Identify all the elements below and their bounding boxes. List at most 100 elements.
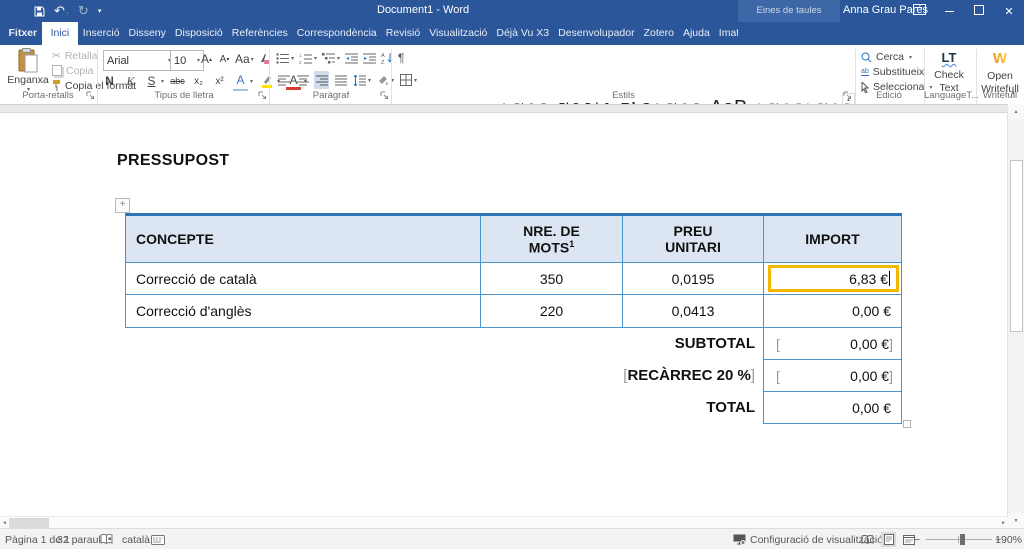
table-row[interactable]: Correcció d'anglès 220 0,0413 0,00 € <box>126 295 901 327</box>
tab-ajuda[interactable]: Ajuda <box>678 22 714 45</box>
document-heading: PRESSUPOST <box>117 152 229 170</box>
header-nre-de-mots: NRE. DE MOTS1 <box>481 216 623 263</box>
table-row[interactable]: Correcció de català 350 0,0195 6,83 € <box>126 263 901 295</box>
undo-dropdown-icon[interactable]: ▾ <box>66 11 69 17</box>
replace-button[interactable]: ab Substitueix <box>861 65 924 79</box>
zoom-slider-track[interactable] <box>926 539 992 540</box>
document-canvas[interactable]: PRESSUPOST + CONCEPTE NRE. DE MOTS1 PREU… <box>0 104 1024 516</box>
superscript-button[interactable]: x² <box>212 72 227 90</box>
tab-dejavu[interactable]: Déjà Vu X3 <box>492 22 554 45</box>
undo-button[interactable]: ↶▾ <box>54 3 69 19</box>
change-case-button[interactable]: Aa▾ <box>235 50 254 68</box>
cell-mots[interactable]: 220 <box>481 295 623 327</box>
strikethrough-button[interactable]: abc <box>170 72 185 90</box>
tab-desenvolupador[interactable]: Desenvolupador <box>554 22 639 45</box>
languagetool-check-text-button[interactable]: LT Check Text <box>928 51 970 95</box>
numbering-button[interactable]: 12 <box>299 53 313 64</box>
table-header-row: CONCEPTE NRE. DE MOTS1 PREU UNITARI IMPO… <box>126 216 901 263</box>
tab-inici[interactable]: Inici <box>42 22 79 45</box>
scroll-down-icon[interactable]: ▼ <box>1008 513 1024 528</box>
table-resize-handle[interactable] <box>903 420 911 428</box>
cell-concepte[interactable]: Correcció d'anglès <box>126 295 481 327</box>
close-button[interactable]: ✕ <box>994 5 1024 18</box>
decrease-indent-button[interactable] <box>345 53 358 64</box>
horizontal-scroll-thumb[interactable] <box>9 518 49 528</box>
shrink-font-button[interactable]: A▾ <box>217 50 232 68</box>
tab-imatge-slub[interactable]: Imatge SLUB <box>714 22 738 45</box>
align-left-button[interactable] <box>276 71 291 89</box>
vertical-scroll-thumb[interactable] <box>1010 160 1023 332</box>
find-button[interactable]: Cerca▾ <box>861 50 912 64</box>
print-layout-icon[interactable] <box>879 529 898 549</box>
scroll-up-icon[interactable]: ▲ <box>1008 104 1024 119</box>
collapse-ribbon-icon[interactable]: ∧ <box>1009 89 1016 100</box>
align-right-button[interactable] <box>314 71 329 89</box>
paragraph-dialog-launcher-icon[interactable] <box>380 91 389 100</box>
read-mode-icon[interactable] <box>858 529 877 549</box>
align-center-button[interactable] <box>295 71 310 89</box>
tab-visualitzacio[interactable]: Visualització <box>425 22 492 45</box>
cell-preu[interactable]: 0,0413 <box>623 295 764 327</box>
recarrec-value-cell[interactable]: [ 0,00 € ] <box>763 359 902 392</box>
italic-button[interactable]: K <box>123 72 138 90</box>
customize-qat-icon[interactable]: ▾ <box>98 7 102 15</box>
grow-font-button[interactable]: A▴ <box>199 50 214 68</box>
tab-disposicio[interactable]: Disposició <box>170 22 227 45</box>
styles-dialog-launcher-icon[interactable] <box>843 91 852 100</box>
subscript-button[interactable]: x₂ <box>191 72 206 90</box>
contextual-tab-label: Eines de taules <box>738 5 840 16</box>
zoom-level[interactable]: 190% <box>995 529 1022 549</box>
bold-button[interactable]: N <box>102 72 117 90</box>
redo-button[interactable]: ↻ <box>78 3 89 19</box>
cell-preu[interactable]: 0,0195 <box>623 263 764 295</box>
font-family-select[interactable]: Arial▾ <box>103 50 175 71</box>
header-import: IMPORT <box>764 216 901 263</box>
tab-insercio[interactable]: Inserció <box>78 22 124 45</box>
total-row[interactable]: TOTAL 0,00 € <box>125 391 902 424</box>
search-icon <box>861 52 872 63</box>
show-paragraph-marks-button[interactable]: ¶ <box>398 51 404 65</box>
zoom-out-button[interactable]: − <box>914 529 920 549</box>
cell-mots[interactable]: 350 <box>481 263 623 295</box>
line-spacing-button[interactable] <box>352 71 367 89</box>
tab-correspondencia[interactable]: Correspondència <box>292 22 381 45</box>
highlight-button[interactable] <box>259 72 274 90</box>
recarrec-row[interactable]: [RECÀRREC 20 %] [ 0,00 € ] <box>125 359 902 392</box>
tab-zotero[interactable]: Zotero <box>639 22 678 45</box>
underline-button[interactable]: S <box>144 72 159 90</box>
subtotal-row[interactable]: SUBTOTAL [ 0,00 € ] <box>125 327 902 360</box>
subtotal-value-cell[interactable]: [ 0,00 € ] <box>763 327 902 360</box>
tab-revisio[interactable]: Revisió <box>381 22 424 45</box>
language-indicator[interactable]: català <box>122 529 150 549</box>
maximize-button[interactable] <box>964 5 994 18</box>
font-dialog-launcher-icon[interactable] <box>258 91 267 100</box>
proofing-errors-icon[interactable] <box>100 529 113 549</box>
tab-referencies[interactable]: Referències <box>227 22 292 45</box>
justify-button[interactable] <box>333 71 348 89</box>
total-value-cell[interactable]: 0,00 € <box>763 391 902 424</box>
zoom-slider-thumb[interactable] <box>960 534 965 545</box>
shading-button[interactable] <box>375 71 390 89</box>
bullets-button[interactable] <box>276 53 290 64</box>
increase-indent-button[interactable] <box>363 53 376 64</box>
ribbon-tab-row: Fitxer Inici Inserció Disseny Disposició… <box>0 22 1024 45</box>
cell-import[interactable]: 0,00 € <box>764 295 901 327</box>
vertical-scrollbar[interactable]: ▲ ▼ <box>1007 104 1024 528</box>
keyboard-icon[interactable] <box>151 529 165 549</box>
paragraph-group-label: Paràgraf <box>272 90 390 101</box>
text-effects-button[interactable]: A <box>233 71 248 91</box>
minimize-button[interactable] <box>934 5 964 17</box>
multilevel-list-button[interactable] <box>322 53 336 64</box>
cell-concepte[interactable]: Correcció de català <box>126 263 481 295</box>
paste-button[interactable]: Enganxa ▾ <box>8 48 48 95</box>
recarrec-label: [RECÀRREC 20 %] <box>125 359 763 392</box>
table-move-handle[interactable]: + <box>115 198 130 213</box>
clipboard-dialog-launcher-icon[interactable] <box>86 91 95 100</box>
tab-disseny[interactable]: Disseny <box>124 22 170 45</box>
tab-fitxer[interactable]: Fitxer <box>4 22 42 45</box>
save-icon[interactable] <box>34 6 45 17</box>
cell-import-field[interactable]: 6,83 € <box>764 263 901 295</box>
ribbon-display-options-icon[interactable] <box>904 4 934 18</box>
borders-button[interactable] <box>398 71 413 89</box>
svg-text:2: 2 <box>299 60 302 64</box>
